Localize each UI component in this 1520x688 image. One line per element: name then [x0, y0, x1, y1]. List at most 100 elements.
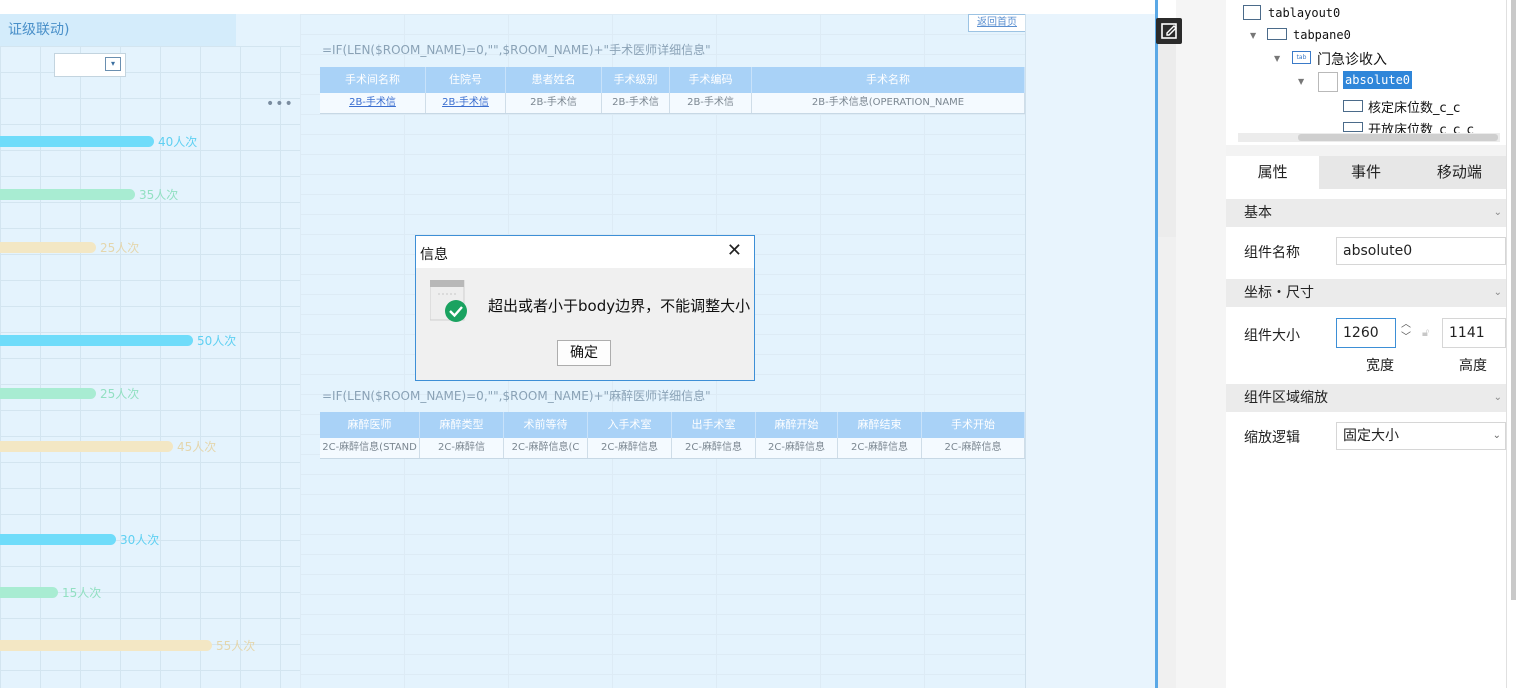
column-header[interactable]: 手术编码 — [670, 67, 752, 93]
column-header[interactable]: 麻醉结束 — [838, 412, 922, 438]
table-cell[interactable]: 2B-手术信 — [426, 93, 506, 113]
bar-label: 25人次 — [100, 387, 140, 401]
success-icon — [429, 279, 470, 324]
expand-arrow-icon[interactable]: ▼ — [1274, 54, 1280, 63]
table-cell[interactable]: 2B-手术信 — [602, 93, 670, 113]
scrollbar-thumb[interactable] — [1511, 0, 1516, 600]
table-cell[interactable]: 2C-麻醉信息 — [672, 438, 756, 458]
property-tabs[interactable]: 属性 事件 移动端 — [1226, 156, 1506, 189]
height-caption: 高度 — [1459, 358, 1487, 374]
component-name-label: 组件名称 — [1244, 245, 1300, 261]
panel-gutter — [1176, 0, 1226, 688]
column-header[interactable]: 住院号 — [426, 67, 506, 93]
bar-label: 15人次 — [62, 586, 102, 600]
combo-dropdown-icon[interactable]: ▾ — [105, 57, 121, 71]
expand-arrow-icon[interactable]: ▼ — [1250, 31, 1256, 40]
table-cell[interactable]: 2C-麻醉信息 — [922, 438, 1025, 458]
chevron-down-icon[interactable]: ⌄ — [1494, 279, 1502, 307]
table-row[interactable]: 2B-手术信 2B-手术信 2B-手术信 2B-手术信 2B-手术信 2B-手术信息(OP… — [320, 93, 1025, 114]
section-basic[interactable]: 基本 ⌄ — [1226, 199, 1506, 227]
section-scale[interactable]: 组件区域缩放 ⌄ — [1226, 384, 1506, 412]
table-cell[interactable]: 2C-麻醉信 — [420, 438, 504, 458]
table-cell[interactable]: 2B-手术信 — [506, 93, 602, 113]
close-icon[interactable]: ✕ — [727, 242, 742, 260]
bar-label: 55人次 — [216, 639, 256, 653]
absolute-layout-icon — [1318, 72, 1338, 92]
table-cell[interactable]: 2C-麻醉信息(STAND — [320, 438, 420, 458]
section-scale-label: 组件区域缩放 — [1244, 390, 1328, 406]
section-coordinates[interactable]: 坐标・尺寸 ⌄ — [1226, 279, 1506, 307]
tree-item-open-beds[interactable]: 开放床位数_c_c_c — [1368, 119, 1474, 133]
tree-item-absolute0[interactable]: absolute0 — [1343, 71, 1413, 89]
width-input[interactable]: 1260 — [1336, 318, 1396, 348]
column-header[interactable]: 手术间名称 — [320, 67, 426, 93]
more-options-icon[interactable]: ••• — [266, 96, 294, 112]
component-name-input[interactable]: absolute0 — [1336, 237, 1506, 265]
tab-properties[interactable]: 属性 — [1226, 156, 1320, 189]
width-stepper[interactable]: ︿ ﹀ — [1398, 318, 1414, 346]
anesthetist-table[interactable]: 麻醉医师 麻醉类型 术前等待 入手术室 出手术室 麻醉开始 麻醉结束 手术开始 2C-麻醉信息… — [320, 412, 1025, 459]
column-header[interactable]: 出手术室 — [672, 412, 756, 438]
column-header[interactable]: 术前等待 — [504, 412, 588, 438]
section-coordinates-label: 坐标・尺寸 — [1244, 285, 1314, 301]
height-input[interactable]: 1141 — [1442, 318, 1506, 348]
column-header[interactable]: 麻醉医师 — [320, 412, 420, 438]
table-cell[interactable]: 2B-手术信 — [670, 93, 752, 113]
column-header[interactable]: 手术开始 — [922, 412, 1025, 438]
scale-logic-select[interactable]: 固定大小 ⌄ — [1336, 422, 1506, 450]
lock-ratio-icon[interactable]: 🔓︎ — [1422, 326, 1431, 339]
edit-icon[interactable] — [1156, 18, 1182, 44]
canvas-right-column — [1025, 14, 1155, 688]
component-tree[interactable]: tablayout0 ▼ tabpane0 ▼ tab 门急诊收入 ▼ abso… — [1226, 0, 1506, 145]
scrollbar-thumb[interactable] — [1298, 134, 1498, 141]
surgeon-table[interactable]: 手术间名称 住院号 患者姓名 手术级别 手术编码 手术名称 2B-手术信 2B-手术信 2B-… — [320, 67, 1025, 114]
tab-mobile[interactable]: 移动端 — [1413, 156, 1506, 189]
label-widget-icon — [1343, 122, 1363, 132]
column-header[interactable]: 患者姓名 — [506, 67, 602, 93]
expand-arrow-icon[interactable]: ▼ — [1298, 77, 1304, 86]
tree-item-tablayout0[interactable]: tablayout0 — [1268, 6, 1340, 20]
formula-anesthetist-title: =IF(LEN($ROOM_NAME)=0,"",$ROOM_NAME)+"麻醉… — [322, 389, 711, 403]
component-size-label: 组件大小 — [1244, 328, 1300, 344]
column-header[interactable]: 麻醉开始 — [756, 412, 838, 438]
chevron-down-icon[interactable]: ⌄ — [1494, 384, 1502, 412]
spin-up-icon[interactable]: ︿ — [1398, 318, 1414, 331]
tree-item-tabpane0[interactable]: tabpane0 — [1293, 28, 1351, 42]
column-header[interactable]: 入手术室 — [588, 412, 672, 438]
bar — [0, 242, 96, 253]
panel-vertical-scrollbar[interactable] — [1506, 0, 1520, 688]
bar-label: 40人次 — [158, 135, 198, 149]
column-header[interactable]: 手术级别 — [602, 67, 670, 93]
table-cell[interactable]: 2B-手术信 — [320, 93, 426, 113]
tab-events[interactable]: 事件 — [1319, 156, 1412, 189]
table-cell[interactable]: 2C-麻醉信息 — [756, 438, 838, 458]
ok-button[interactable]: 确定 — [557, 340, 611, 366]
bar — [0, 441, 173, 452]
bar — [0, 640, 212, 651]
column-header[interactable]: 手术名称 — [752, 67, 1025, 93]
table-cell[interactable]: 2C-麻醉信息 — [838, 438, 922, 458]
table-cell[interactable]: 2C-麻醉信息(C — [504, 438, 588, 458]
chevron-down-icon[interactable]: ⌄ — [1494, 199, 1502, 227]
column-header[interactable]: 麻醉类型 — [420, 412, 504, 438]
bar-label: 30人次 — [120, 533, 160, 547]
table-row[interactable]: 2C-麻醉信息(STAND 2C-麻醉信 2C-麻醉信息(C 2C-麻醉信息 2C-麻醉… — [320, 438, 1025, 459]
spin-down-icon[interactable]: ﹀ — [1398, 331, 1414, 344]
tree-horizontal-scrollbar[interactable] — [1238, 133, 1500, 142]
bar — [0, 534, 116, 545]
table-cell[interactable]: 2B-手术信息(OPERATION_NAME — [752, 93, 1025, 113]
chevron-down-icon[interactable]: ⌄ — [1493, 423, 1501, 449]
tree-item-tab[interactable]: 门急诊收入 — [1317, 49, 1387, 69]
layout-icon — [1243, 5, 1261, 20]
canvas-scroll-track — [1158, 237, 1176, 688]
info-dialog: 信息 ✕ 超出或者小于body边界，不能调整大小 确定 — [415, 235, 755, 381]
dialog-titlebar[interactable]: 信息 ✕ — [416, 236, 754, 268]
property-panel: tablayout0 ▼ tabpane0 ▼ tab 门急诊收入 ▼ abso… — [1226, 0, 1520, 688]
tab-icon: tab — [1292, 51, 1311, 64]
filter-combo[interactable]: ▾ — [54, 53, 126, 77]
tree-item-approved-beds[interactable]: 核定床位数_c_c — [1368, 97, 1460, 116]
home-link[interactable]: 返回首页 — [968, 14, 1026, 32]
canvas-top-strip — [0, 0, 1155, 14]
table-cell[interactable]: 2C-麻醉信息 — [588, 438, 672, 458]
bar — [0, 388, 96, 399]
